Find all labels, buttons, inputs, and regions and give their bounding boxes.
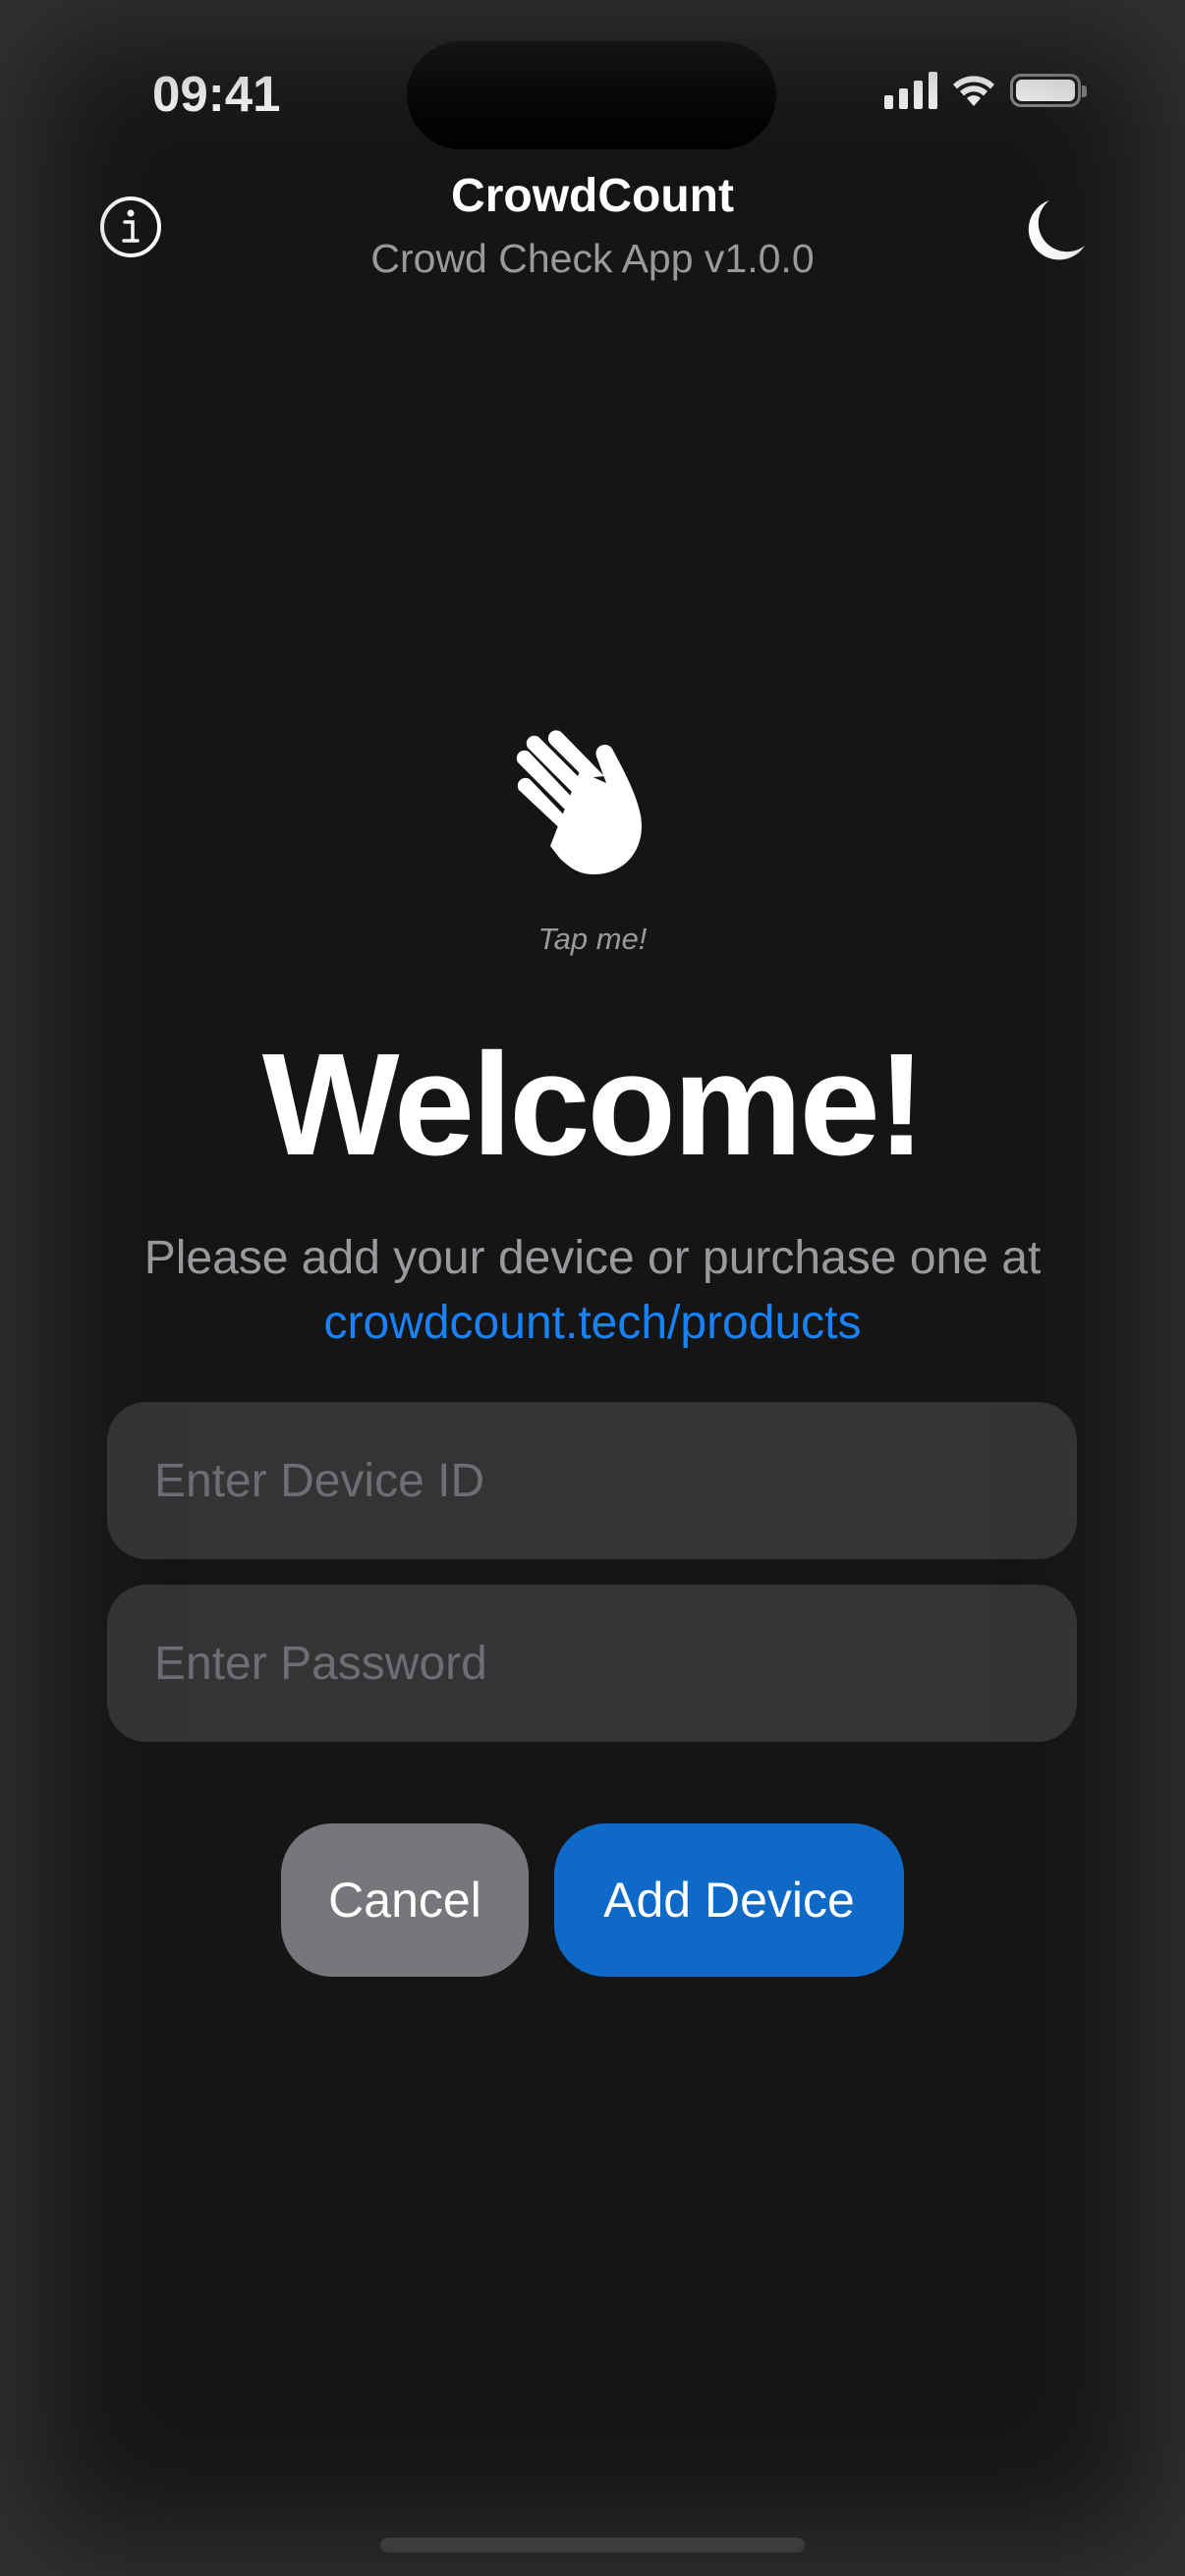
app-title: CrowdCount [451, 170, 734, 222]
cancel-button[interactable]: Cancel [281, 1823, 529, 1977]
app-subtitle: Crowd Check App v1.0.0 [370, 236, 815, 281]
prompt-text: Please add your device or purchase one a… [143, 1232, 1042, 1284]
add-device-button[interactable]: Add Device [554, 1823, 904, 1977]
battery-icon [1010, 74, 1087, 107]
home-indicator[interactable] [380, 2538, 805, 2552]
waving-hand-icon [516, 730, 642, 874]
status-time: 09:41 [152, 66, 281, 122]
tap-hint: Tap me! [537, 922, 648, 956]
moon-icon [1028, 200, 1085, 260]
dynamic-island [407, 41, 776, 149]
password-input[interactable] [107, 1585, 1077, 1742]
products-link[interactable]: crowdcount.tech/products [0, 1291, 1185, 1356]
cellular-signal-icon [884, 72, 937, 109]
wifi-icon [953, 76, 994, 106]
theme-toggle-button[interactable] [1020, 196, 1089, 265]
status-icons [884, 72, 1087, 109]
status-bar: 09:41 [0, 0, 1185, 187]
wave-button[interactable] [511, 727, 674, 884]
welcome-heading: Welcome! [261, 1024, 926, 1186]
device-prompt: Please add your device or purchase one a… [0, 1226, 1185, 1356]
device-id-input[interactable] [107, 1402, 1077, 1559]
